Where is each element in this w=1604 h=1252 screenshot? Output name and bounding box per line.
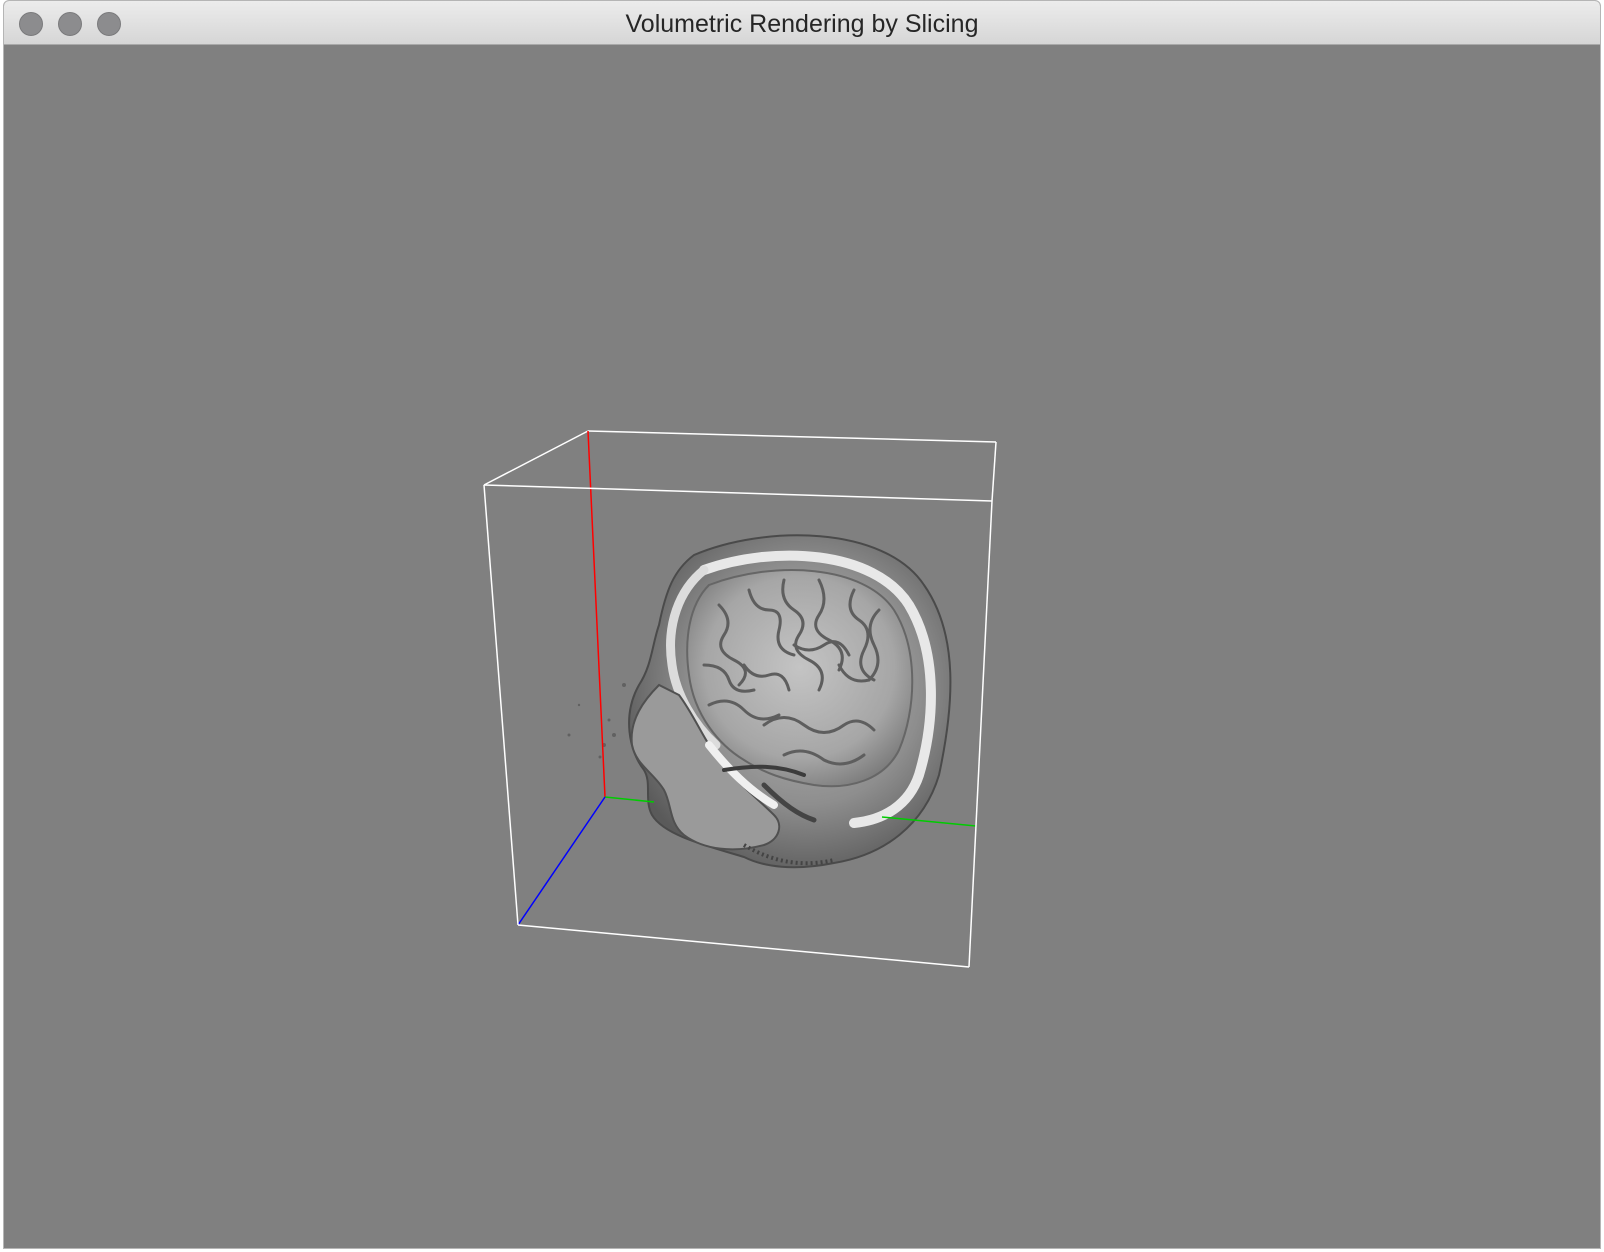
y-axis-line <box>587 430 606 798</box>
volume-render-canvas[interactable] <box>4 45 1601 1249</box>
x-axis-line <box>604 796 655 803</box>
window-title: Volumetric Rendering by Slicing <box>625 10 979 38</box>
bounding-box <box>483 430 997 502</box>
render-viewport[interactable] <box>4 45 1601 1249</box>
title-bar[interactable]: Volumetric Rendering by Slicing <box>4 1 1600 45</box>
app-window: Volumetric Rendering by Slicing <box>3 0 1601 1249</box>
z-axis-line <box>517 796 606 926</box>
